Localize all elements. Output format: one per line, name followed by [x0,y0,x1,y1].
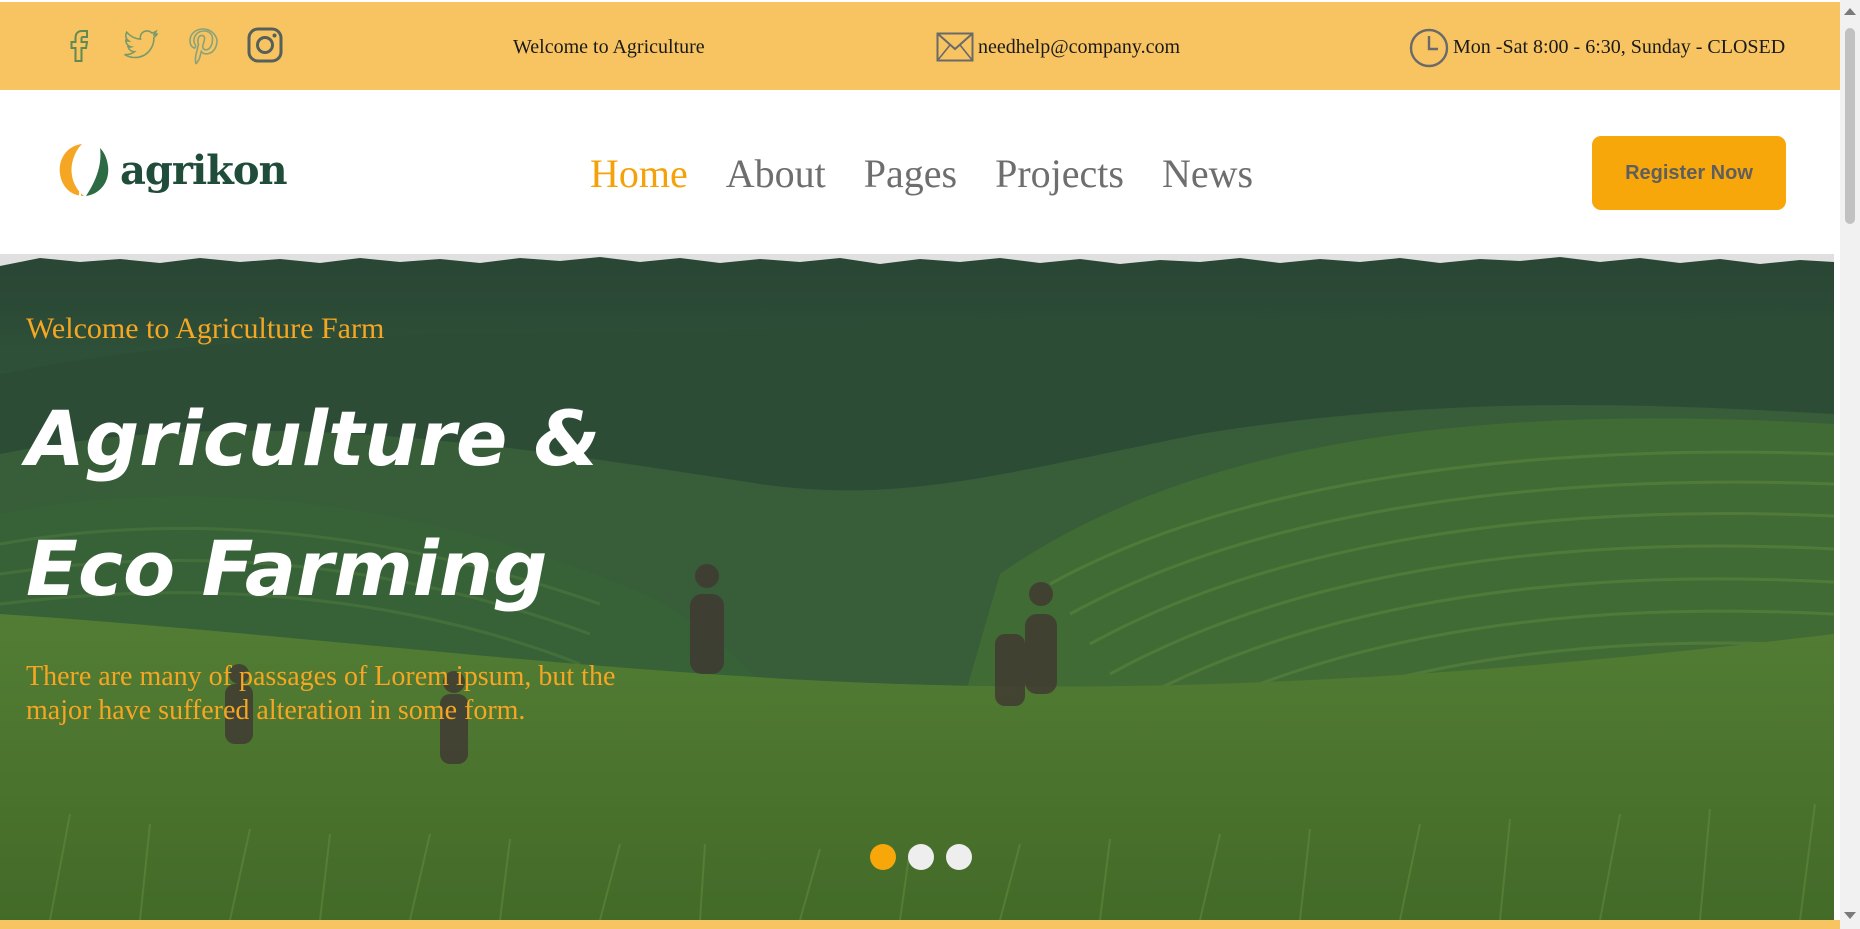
register-now-button[interactable]: Register Now [1592,136,1786,210]
nav-news[interactable]: News [1162,150,1253,197]
top-email-link[interactable]: needhelp@company.com [978,36,1180,59]
slider-dots [870,844,972,870]
top-hours-text: Mon -Sat 8:00 - 6:30, Sunday - CLOSED [1453,36,1786,58]
twitter-icon[interactable] [120,24,162,66]
nav-projects[interactable]: Projects [995,150,1124,197]
scroll-up-arrow-icon[interactable] [1844,8,1856,15]
slider-dot-3[interactable] [946,844,972,870]
pinterest-icon[interactable] [182,24,224,66]
hero-description: There are many of passages of Lorem ipsu… [26,661,616,726]
slider-dot-1[interactable] [870,844,896,870]
hero-slider: Welcome to Agriculture Farm Agriculture … [0,254,1834,920]
mail-icon [936,32,974,62]
slider-dot-2[interactable] [908,844,934,870]
instagram-icon[interactable] [244,24,286,66]
page: Welcome to Agriculture needhelp@company.… [0,0,1860,929]
top-welcome-text: Welcome to Agriculture [513,36,705,58]
top-bar: Welcome to Agriculture needhelp@company.… [0,2,1840,90]
hero-subtitle: Welcome to Agriculture Farm [26,312,385,345]
social-links [58,24,286,66]
nav-home[interactable]: Home [590,150,688,197]
facebook-icon[interactable] [58,24,100,66]
page-scrollbar[interactable] [1840,0,1860,929]
hero-title: Agriculture & Eco Farming [26,394,601,613]
nav-about[interactable]: About [726,150,826,197]
wheat-logo-icon [59,144,109,197]
site-header: agrikon Home About Pages Projects News R… [0,90,1840,260]
scroll-thumb[interactable] [1845,28,1855,224]
scroll-down-arrow-icon[interactable] [1844,912,1856,919]
main-nav: Home About Pages Projects News [590,150,1253,197]
logo-text: agrikon [120,146,288,194]
bottom-strip [0,920,1840,929]
logo[interactable]: agrikon [52,138,288,202]
clock-icon [1409,28,1449,68]
nav-pages[interactable]: Pages [864,150,957,197]
